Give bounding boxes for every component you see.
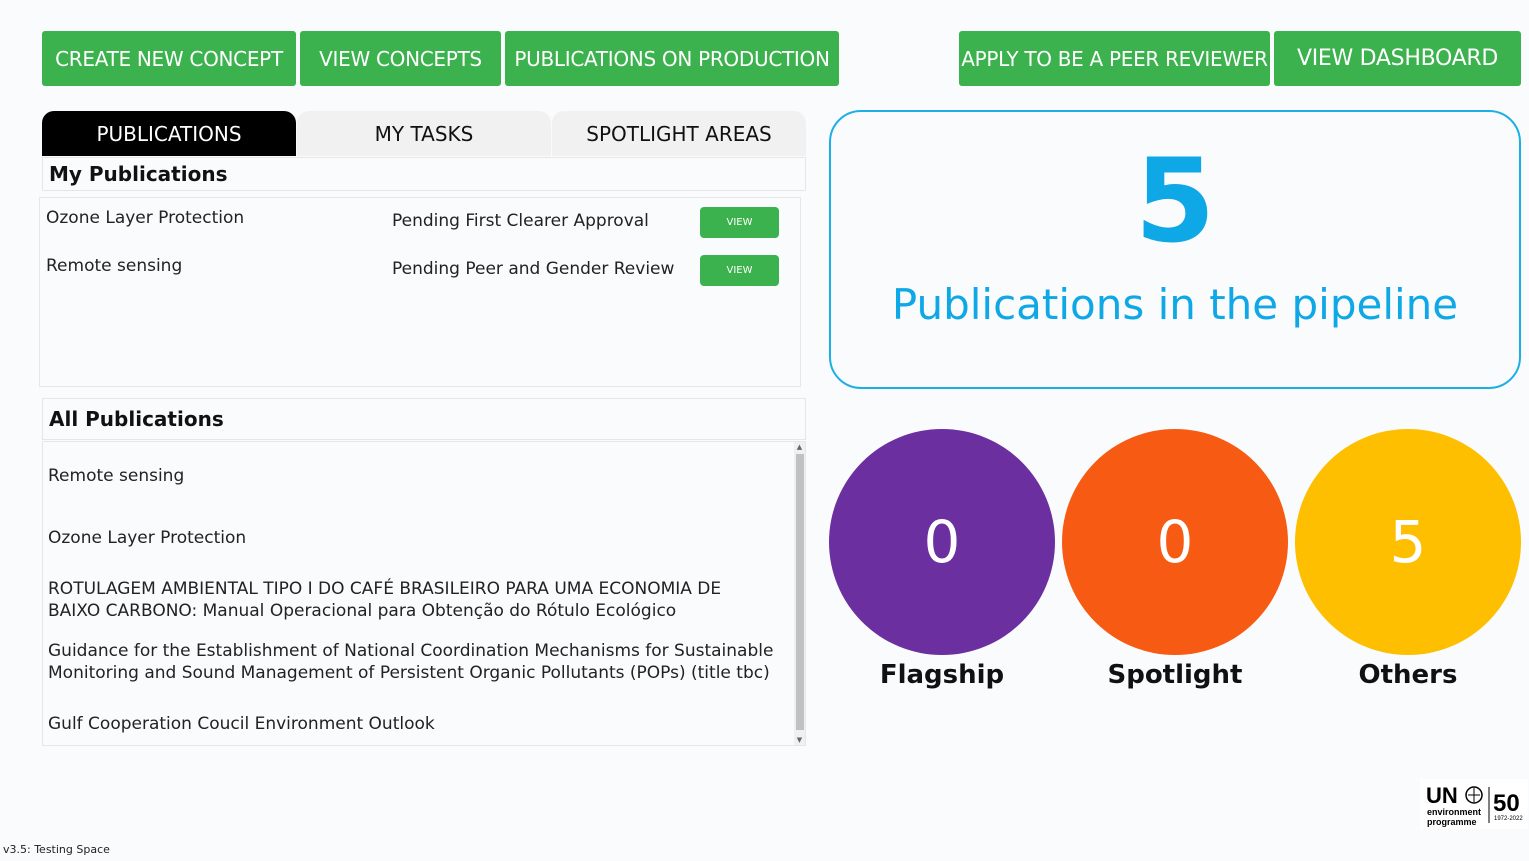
logo-programme-text: programme — [1427, 817, 1477, 827]
pipeline-card: 5 Publications in the pipeline — [829, 110, 1521, 389]
publications-on-production-button[interactable]: PUBLICATIONS ON PRODUCTION — [505, 31, 839, 86]
others-label: Others — [1358, 660, 1458, 690]
view-button[interactable]: VIEW — [700, 207, 779, 238]
spotlight-count: 0 — [1156, 508, 1194, 576]
flagship-count-circle: 0 — [829, 429, 1055, 655]
list-item[interactable]: Remote sensing — [48, 465, 778, 487]
others-count: 5 — [1389, 508, 1427, 576]
list-item[interactable]: ROTULAGEM AMBIENTAL TIPO I DO CAFÉ BRASI… — [48, 578, 778, 622]
publication-title: Remote sensing — [46, 256, 183, 276]
scroll-up-arrow-icon[interactable]: ▲ — [794, 442, 805, 452]
tab-publications[interactable]: PUBLICATIONS — [42, 111, 296, 156]
list-item: Remote sensing Pending Peer and Gender R… — [40, 255, 800, 290]
create-new-concept-button[interactable]: CREATE NEW CONCEPT — [42, 31, 296, 86]
un-environment-logo: UN environment programme 50 1972-2022 — [1420, 779, 1528, 829]
spotlight-label: Spotlight — [1107, 660, 1243, 690]
others-count-circle: 5 — [1295, 429, 1521, 655]
publication-status: Pending First Clearer Approval — [392, 211, 649, 231]
spotlight-count-circle: 0 — [1062, 429, 1288, 655]
logo-environment-text: environment — [1427, 807, 1481, 817]
flagship-count: 0 — [923, 508, 961, 576]
publication-status: Pending Peer and Gender Review — [392, 259, 675, 279]
scroll-down-arrow-icon[interactable]: ▼ — [794, 735, 805, 745]
logo-years-text: 1972-2022 — [1494, 816, 1523, 822]
view-button[interactable]: VIEW — [700, 255, 779, 286]
pipeline-count: 5 — [1134, 134, 1216, 269]
my-publications-heading: My Publications — [42, 157, 806, 191]
globe-lines-icon — [1468, 788, 1480, 802]
list-item[interactable]: Guidance for the Establishment of Nation… — [48, 640, 778, 684]
list-item[interactable]: Ozone Layer Protection — [48, 527, 778, 549]
publication-title: Ozone Layer Protection — [46, 208, 245, 228]
list-item[interactable]: Gulf Cooperation Coucil Environment Outl… — [48, 713, 778, 735]
pipeline-label: Publications in the pipeline — [891, 280, 1459, 329]
flagship-label: Flagship — [879, 660, 1005, 690]
logo-un-text: UN — [1426, 783, 1458, 808]
all-publications-heading: All Publications — [42, 398, 806, 440]
view-concepts-button[interactable]: VIEW CONCEPTS — [300, 31, 501, 86]
all-publications-list[interactable]: Remote sensing Ozone Layer Protection RO… — [42, 441, 806, 746]
tab-my-tasks[interactable]: MY TASKS — [297, 111, 551, 156]
my-publications-list: Ozone Layer Protection Pending First Cle… — [39, 197, 801, 387]
logo-fifty-text: 50 — [1493, 790, 1520, 817]
version-label: v3.5: Testing Space — [3, 843, 110, 856]
scroll-thumb[interactable] — [796, 454, 804, 730]
view-dashboard-button[interactable]: VIEW DASHBOARD — [1274, 31, 1521, 86]
tab-spotlight-areas[interactable]: SPOTLIGHT AREAS — [552, 111, 806, 156]
scrollbar[interactable]: ▲ ▼ — [794, 442, 805, 745]
apply-peer-reviewer-button[interactable]: APPLY TO BE A PEER REVIEWER — [959, 31, 1270, 86]
un-environment-logo-graphic: UN environment programme 50 1972-2022 — [1426, 783, 1523, 827]
list-item: Ozone Layer Protection Pending First Cle… — [40, 207, 800, 242]
